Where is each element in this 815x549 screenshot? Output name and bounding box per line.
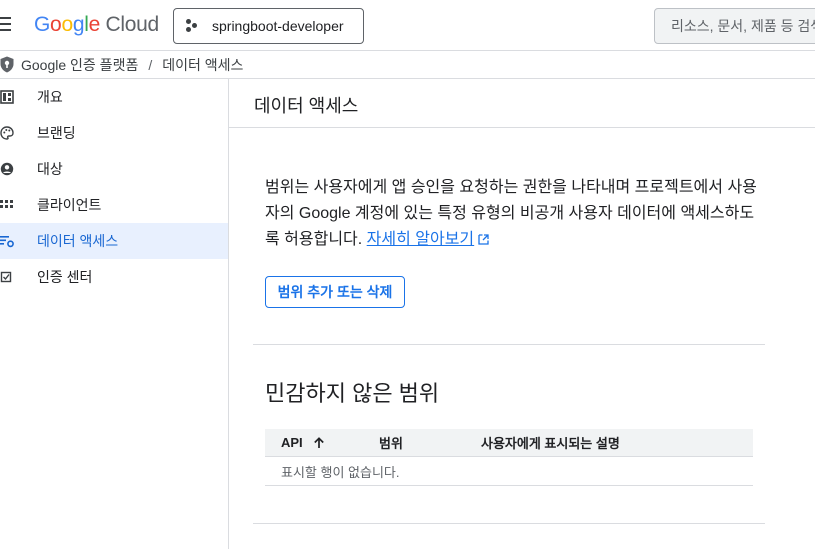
- breadcrumb: Google 인증 플랫폼 / 데이터 액세스: [0, 51, 815, 79]
- search-input[interactable]: 리소스, 문서, 제품 등 검색: [654, 8, 815, 44]
- account-circle-icon: [0, 162, 14, 176]
- section-title: 민감하지 않은 범위: [265, 381, 440, 406]
- breadcrumb-root[interactable]: Google 인증 플랫폼: [21, 55, 138, 75]
- top-bar: Google Cloud springboot-developer 리소스, 문…: [0, 0, 815, 51]
- sidebar-item-label: 데이터 액세스: [37, 233, 119, 249]
- learn-more-link[interactable]: 자세히 알아보기: [367, 231, 475, 248]
- breadcrumb-separator: /: [148, 56, 153, 73]
- project-picker-button[interactable]: springboot-developer: [173, 8, 364, 44]
- sidebar-item-verification-center[interactable]: 인증 센터: [0, 259, 228, 295]
- column-header-api[interactable]: API: [281, 435, 325, 450]
- divider: [253, 344, 765, 345]
- column-header-user-description: 사용자에게 표시되는 설명: [481, 436, 620, 451]
- sidebar-item-data-access[interactable]: 데이터 액세스: [0, 223, 228, 259]
- project-name: springboot-developer: [212, 18, 344, 34]
- table-header: API 범위 사용자에게 표시되는 설명: [265, 429, 753, 457]
- sidebar-item-clients[interactable]: 클라이언트: [0, 187, 228, 223]
- sidebar-item-label: 브랜딩: [37, 125, 76, 141]
- palette-icon: [0, 126, 14, 140]
- logo-cloud-text: Cloud: [105, 13, 160, 36]
- sidebar-item-label: 개요: [37, 89, 63, 105]
- sidebar: 개요 브랜딩 대상 클라이언트 데이터 액세스 인증 센터: [0, 79, 229, 549]
- column-header-scope: 범위: [379, 436, 403, 451]
- main-content: 데이터 액세스 범위는 사용자에게 앱 승인을 요청하는 권한을 나타내며 프로…: [229, 79, 815, 549]
- divider: [229, 127, 815, 128]
- logo-letter: G: [34, 13, 51, 36]
- description-text: 범위는 사용자에게 앱 승인을 요청하는 권한을 나타내며 프로젝트에서 사용자…: [265, 179, 757, 248]
- add-remove-scopes-button[interactable]: 범위 추가 또는 삭제: [265, 276, 405, 308]
- project-icon: [186, 19, 200, 33]
- scopes-table: API 범위 사용자에게 표시되는 설명 표시할 행이 없습니다.: [265, 429, 753, 486]
- sidebar-item-branding[interactable]: 브랜딩: [0, 115, 228, 151]
- sidebar-item-label: 클라이언트: [37, 197, 102, 213]
- verified-checkbox-icon: [0, 271, 12, 283]
- sidebar-item-label: 인증 센터: [37, 269, 93, 285]
- description: 범위는 사용자에게 앱 승인을 요청하는 권한을 나타내며 프로젝트에서 사용자…: [265, 175, 765, 253]
- external-link-icon[interactable]: [478, 234, 489, 245]
- sidebar-item-overview[interactable]: 개요: [0, 79, 228, 115]
- menu-icon[interactable]: [0, 17, 11, 31]
- table-empty-message: 표시할 행이 없습니다.: [265, 457, 753, 486]
- apps-grid-icon: [0, 200, 13, 208]
- column-header-label: API: [281, 435, 303, 450]
- data-access-icon: [0, 236, 14, 248]
- shield-icon: [0, 56, 14, 73]
- logo-letter: o: [61, 13, 73, 36]
- dashboard-icon: [0, 90, 14, 104]
- sidebar-item-audience[interactable]: 대상: [0, 151, 228, 187]
- search-placeholder: 리소스, 문서, 제품 등 검색: [671, 18, 815, 34]
- sidebar-item-label: 대상: [37, 161, 63, 177]
- logo-letter: o: [50, 13, 62, 36]
- sort-arrow-up-icon[interactable]: [313, 436, 325, 449]
- logo-letter: e: [88, 13, 101, 36]
- google-cloud-logo[interactable]: Google Cloud: [34, 13, 159, 37]
- page-title: 데이터 액세스: [254, 96, 359, 116]
- divider: [253, 523, 765, 524]
- logo-letter: g: [72, 13, 85, 36]
- breadcrumb-current: 데이터 액세스: [162, 56, 244, 73]
